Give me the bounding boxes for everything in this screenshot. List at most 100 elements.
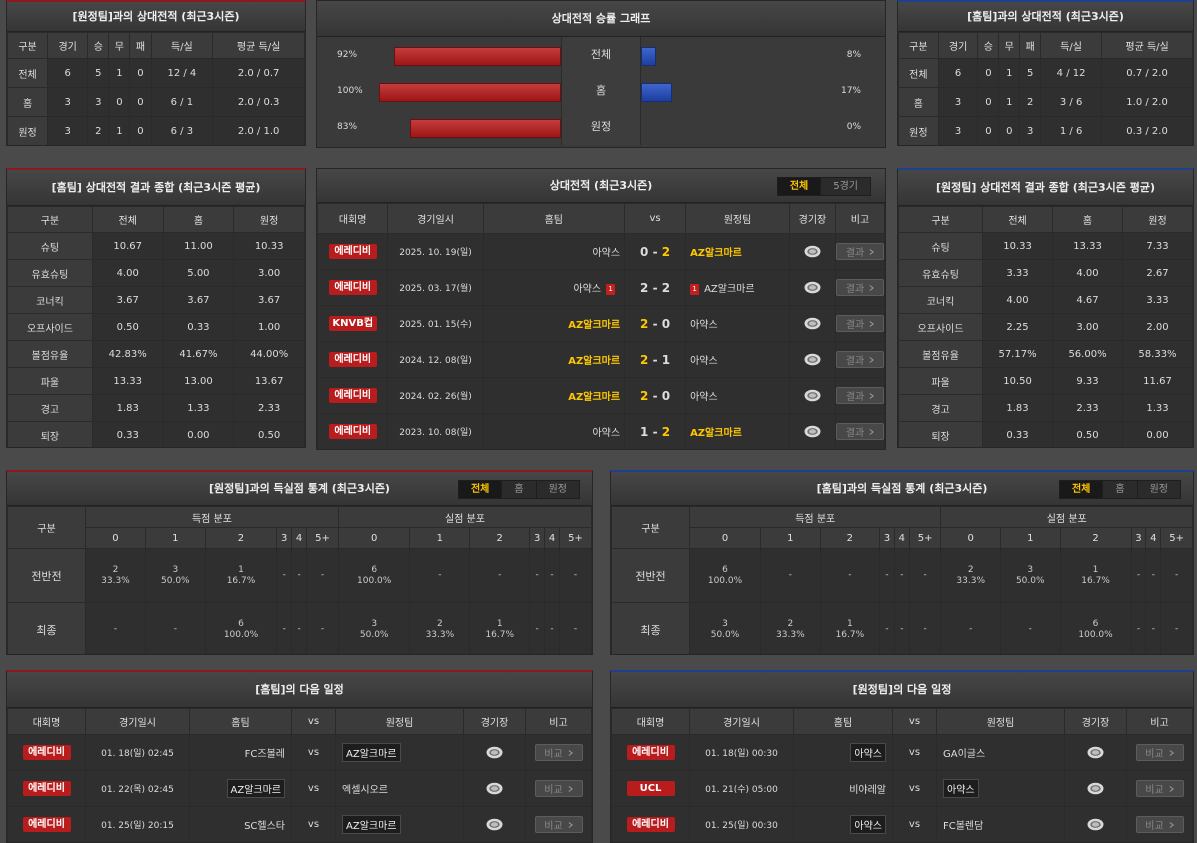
distribution-cell: 3 50.0%: [999, 548, 1061, 603]
column-header: 전체: [91, 206, 164, 233]
home-team[interactable]: 아약스: [850, 743, 886, 762]
distribution-cell: -: [529, 602, 546, 654]
column-header: 경기장: [788, 203, 836, 234]
tab-home[interactable]: 홈: [1102, 481, 1137, 498]
table-cell: 9.33: [1052, 367, 1123, 395]
competition-badge[interactable]: 에레디비: [328, 244, 377, 259]
distribution-cell: -: [544, 602, 561, 654]
result-button[interactable]: 결과: [835, 351, 884, 368]
right-h2h-table: 구분 경기 승 무 패 득/실 평균 득/실 전체 6 0 1 5 4 / 12 0.7 / 2.0 홈 3…: [898, 32, 1193, 145]
home-team[interactable]: 아약스: [850, 815, 886, 834]
away-win-bar: [641, 83, 672, 102]
home-team[interactable]: SC헬스타: [244, 821, 285, 832]
tab-all[interactable]: 전체: [458, 481, 502, 498]
competition-badge[interactable]: 에레디비: [22, 745, 71, 760]
result-button[interactable]: 결과: [835, 423, 884, 440]
away-score: 0: [661, 316, 671, 331]
away-team[interactable]: 아약스: [690, 356, 718, 367]
away-score: 2: [661, 424, 671, 439]
competition-badge[interactable]: 에레디비: [626, 817, 675, 832]
table-cell: 0: [129, 58, 152, 88]
tab-home[interactable]: 홈: [501, 481, 536, 498]
home-team[interactable]: AZ알크마르: [568, 356, 620, 367]
home-team-cell: AZ알크마르: [189, 770, 292, 807]
table-row: 파울 10.50 9.33 11.67: [898, 367, 1193, 395]
home-team[interactable]: AZ알크마르: [568, 392, 620, 403]
stadium-icon: [804, 317, 821, 330]
column-header: 패: [129, 32, 152, 59]
away-team[interactable]: 엑셀시오르: [342, 785, 388, 796]
column-header: 원정팀: [936, 708, 1065, 735]
home-team[interactable]: 비야레알: [849, 785, 886, 796]
table-row: 최종 - -6 100.0% - - -3 50.0% 2 33.3% 1 16.7% - - -: [7, 602, 592, 654]
competition-badge[interactable]: 에레디비: [328, 388, 377, 403]
home-team[interactable]: AZ알크마르: [226, 779, 285, 798]
count: -: [900, 624, 904, 634]
competition-badge[interactable]: 에레디비: [22, 817, 71, 832]
compare-button[interactable]: 비교: [1135, 744, 1184, 761]
match-date: 01. 18(일) 02:45: [85, 734, 190, 771]
percent: 33.3%: [956, 575, 986, 586]
result-button[interactable]: 결과: [835, 315, 884, 332]
table-cell: 3: [47, 87, 89, 117]
tab-all[interactable]: 전체: [1059, 481, 1103, 498]
table-cell: 10.67: [91, 232, 164, 260]
home-summary-table: 구분 전체 홈 원정 슈팅 10.67 11.00 10.33 유효슈팅 4.00 5.00 3.0…: [7, 206, 305, 447]
table-cell: 3: [937, 116, 979, 145]
home-team[interactable]: 아약스: [592, 248, 620, 259]
tab-away[interactable]: 원정: [535, 481, 579, 498]
home-team[interactable]: AZ알크마르: [568, 320, 620, 331]
table-cell: 0.50: [1052, 421, 1123, 447]
away-team[interactable]: AZ알크마르: [704, 284, 755, 295]
table-cell: 3.33: [982, 259, 1054, 287]
note-cell: 결과: [834, 269, 885, 306]
competition-badge[interactable]: 에레디비: [328, 352, 377, 367]
away-team[interactable]: AZ알크마르: [342, 743, 401, 762]
compare-button[interactable]: 비교: [534, 816, 583, 833]
home-team[interactable]: 아약스: [573, 284, 601, 295]
table-cell: 1.83: [91, 394, 164, 422]
tab-5-games[interactable]: 5경기: [820, 178, 870, 195]
away-team[interactable]: AZ알크마르: [690, 428, 742, 439]
compare-button[interactable]: 비교: [1135, 816, 1184, 833]
competition-badge[interactable]: 에레디비: [328, 424, 377, 439]
away-team[interactable]: AZ알크마르: [342, 815, 401, 834]
away-team[interactable]: GA이글스: [943, 749, 985, 760]
competition-badge[interactable]: KNVB컵: [328, 316, 377, 331]
result-button[interactable]: 결과: [835, 387, 884, 404]
compare-button[interactable]: 비교: [534, 744, 583, 761]
away-team[interactable]: 아약스: [943, 779, 979, 798]
competition-badge[interactable]: 에레디비: [626, 745, 675, 760]
home-team[interactable]: FC즈볼레: [245, 749, 285, 760]
away-win-bar: [641, 47, 656, 66]
table-cell: 0: [998, 116, 1021, 145]
away-team[interactable]: AZ알크마르: [690, 248, 742, 259]
h2h-matches-title: 상대전적 (최근3시즌): [549, 179, 653, 192]
away-team[interactable]: FC볼렌담: [943, 821, 983, 832]
count: 3: [371, 618, 378, 629]
result-button[interactable]: 결과: [835, 279, 884, 296]
compare-button[interactable]: 비교: [534, 780, 583, 797]
competition-badge[interactable]: 에레디비: [328, 280, 377, 295]
match-date: 01. 22(목) 02:45: [85, 770, 190, 807]
table-cell: 0.50: [233, 421, 305, 447]
distribution-cell: -: [1130, 602, 1147, 654]
away-team[interactable]: 아약스: [690, 392, 718, 403]
table-cell: 6 / 1: [150, 87, 214, 117]
tab-away[interactable]: 원정: [1136, 481, 1180, 498]
scored-group-header: 득점 분포: [688, 506, 942, 528]
away-team[interactable]: 아약스: [690, 320, 718, 331]
competition-badge[interactable]: UCL: [626, 781, 675, 796]
competition-badge[interactable]: 에레디비: [22, 781, 71, 796]
score: 2 - 2: [640, 280, 671, 295]
distribution-cell: -: [1145, 548, 1162, 603]
tab-all[interactable]: 전체: [777, 178, 821, 195]
table-cell: 2.0 / 0.3: [212, 87, 305, 117]
compare-button[interactable]: 비교: [1135, 780, 1184, 797]
table-cell: 3: [87, 87, 110, 117]
note-cell: 비교: [1126, 770, 1193, 807]
home-team[interactable]: 아약스: [592, 428, 620, 439]
result-button[interactable]: 결과: [835, 243, 884, 260]
table-cell: 10.33: [982, 232, 1054, 260]
table-cell: 3.00: [233, 259, 305, 287]
